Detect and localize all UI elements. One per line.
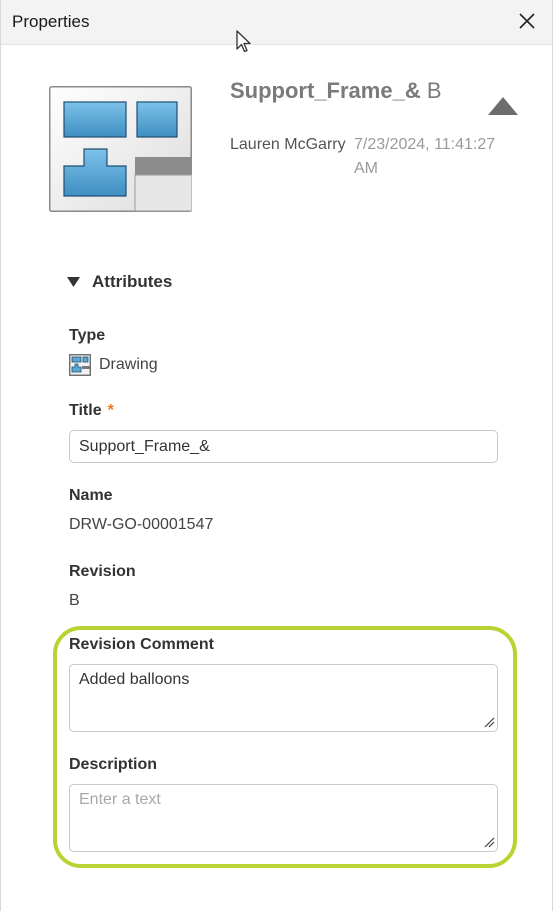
type-label: Type — [69, 327, 106, 344]
document-revision: B — [426, 78, 442, 103]
type-value: Drawing — [99, 356, 158, 373]
document-title: Support_Frame_& B — [230, 78, 442, 104]
properties-window: Properties Support_Frame_& B Lauren McGa… — [0, 0, 553, 911]
revision-value: B — [69, 592, 80, 609]
mouse-cursor-icon — [236, 30, 251, 53]
description-field[interactable] — [69, 784, 498, 852]
name-label: Name — [69, 487, 113, 504]
title-label-text: Title — [69, 402, 102, 419]
title-label: Title * — [69, 402, 114, 420]
description-label: Description — [69, 756, 158, 773]
revision-label: Revision — [69, 563, 136, 580]
author-name: Lauren McGarry — [230, 136, 346, 153]
drawing-thumbnail-icon — [49, 86, 192, 212]
title-input[interactable] — [69, 430, 498, 463]
revision-comment-field[interactable]: Added balloons — [69, 664, 498, 732]
attributes-section-toggle[interactable]: Attributes — [67, 272, 172, 292]
datetime-line1: 7/23/2024, 11:41:27 — [354, 136, 496, 153]
resize-grip-icon[interactable] — [483, 716, 495, 728]
document-name: Support_Frame_& — [230, 78, 421, 103]
resize-grip-icon[interactable] — [483, 836, 495, 848]
datetime-line2: AM — [354, 160, 378, 177]
type-value-row: Drawing — [69, 354, 158, 376]
close-icon[interactable] — [516, 10, 538, 32]
modified-datetime: 7/23/2024, 11:41:27 AM — [354, 133, 514, 181]
triangle-up-icon[interactable] — [487, 96, 519, 116]
name-value: DRW-GO-00001547 — [69, 516, 214, 533]
attributes-section-title: Attributes — [92, 272, 173, 291]
required-marker: * — [107, 402, 114, 419]
window-title: Properties — [12, 12, 90, 31]
title-bar: Properties — [1, 0, 552, 45]
revision-comment-label: Revision Comment — [69, 636, 214, 653]
drawing-icon — [69, 354, 91, 376]
triangle-down-icon — [67, 277, 80, 287]
